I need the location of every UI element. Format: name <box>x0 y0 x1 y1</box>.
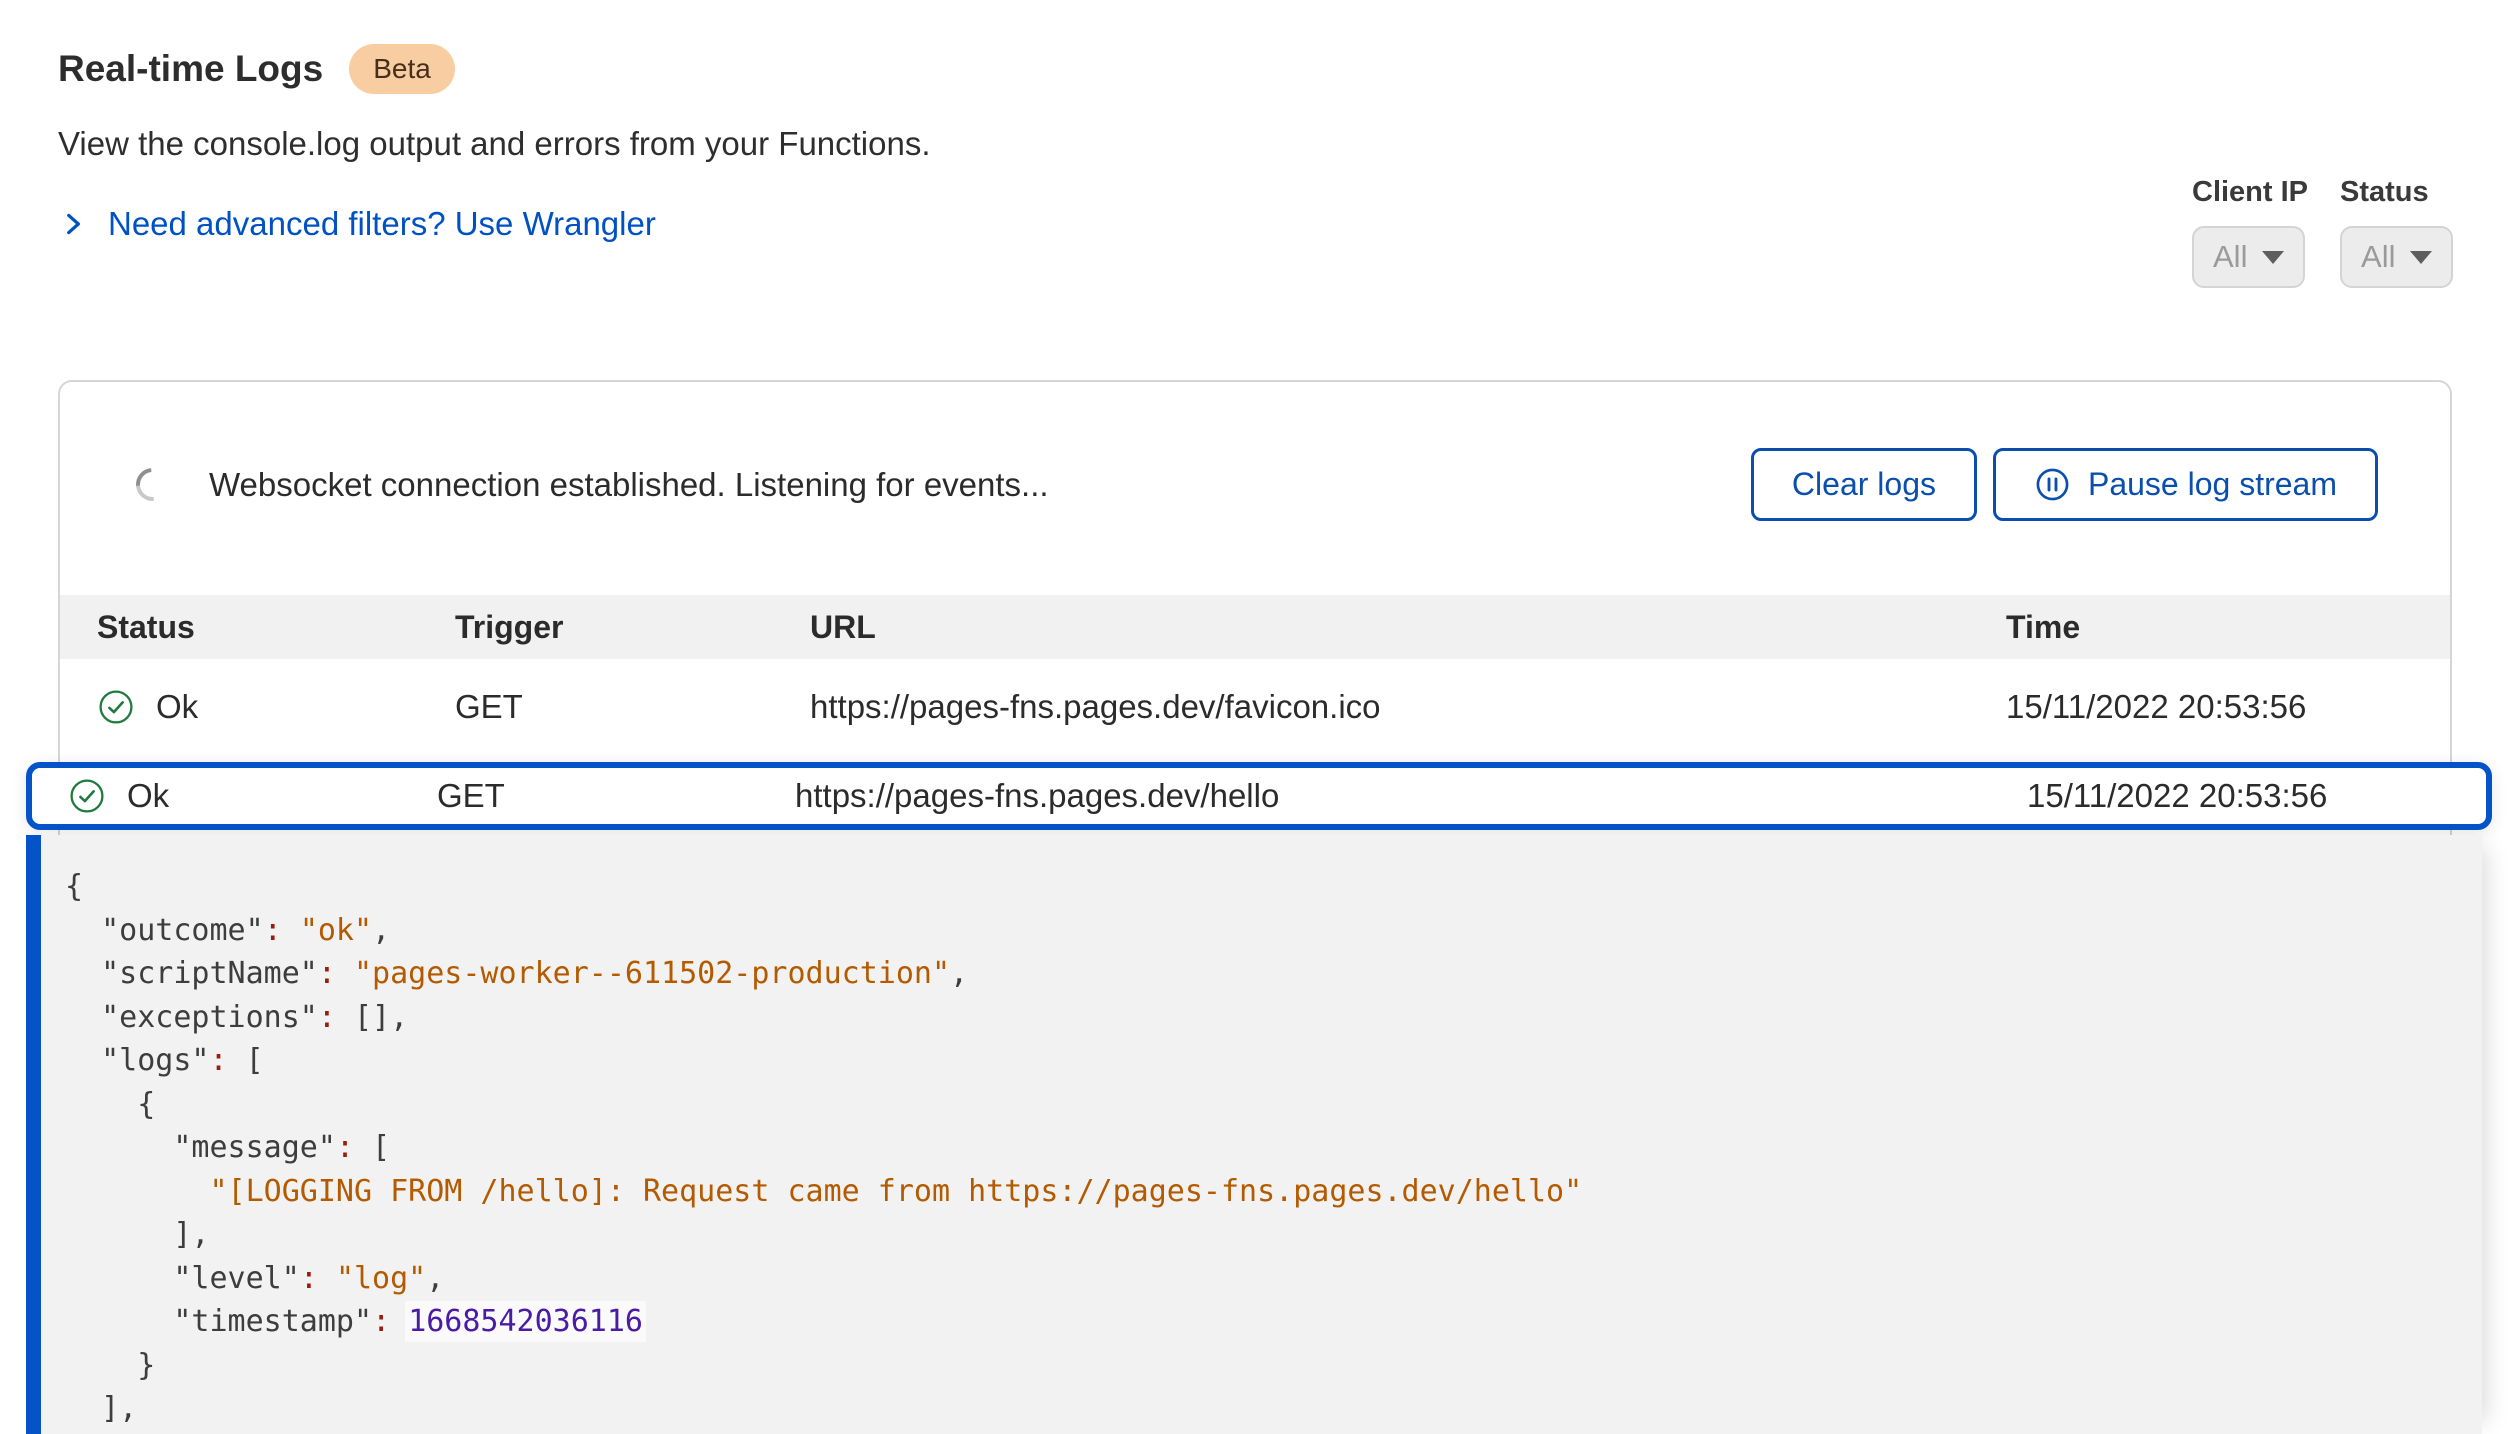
code-line: ], <box>65 1387 2482 1431</box>
trigger-value: GET <box>455 688 810 726</box>
log-detail-code: { "outcome": "ok", "scriptName": "pages-… <box>65 865 2482 1431</box>
client-ip-value: All <box>2213 239 2247 275</box>
pause-log-stream-label: Pause log stream <box>2088 466 2337 503</box>
wrangler-link[interactable]: Need advanced filters? Use Wrangler <box>58 205 931 243</box>
check-circle-icon <box>68 777 106 815</box>
code-line: "message": [ <box>65 1126 2482 1170</box>
websocket-status-text: Websocket connection established. Listen… <box>209 466 1049 504</box>
column-header-url: URL <box>810 609 2006 646</box>
expanded-log-card: Ok GET https://pages-fns.pages.dev/hello… <box>26 762 2492 1434</box>
code-line: "[LOGGING FROM /hello]: Request came fro… <box>65 1170 2482 1214</box>
caret-down-icon <box>2262 251 2284 264</box>
status-dropdown[interactable]: All <box>2340 226 2453 288</box>
clear-logs-label: Clear logs <box>1792 466 1936 503</box>
column-header-trigger: Trigger <box>455 609 810 646</box>
chevron-right-icon <box>58 209 88 239</box>
time-value: 15/11/2022 20:53:56 <box>2027 777 2486 815</box>
status-filter-value: All <box>2361 239 2395 275</box>
beta-badge: Beta <box>349 44 455 94</box>
status-value: Ok <box>156 688 198 726</box>
page-subtitle: View the console.log output and errors f… <box>58 125 931 163</box>
filter-status: Status All <box>2340 176 2453 288</box>
clear-logs-button[interactable]: Clear logs <box>1751 448 1977 521</box>
websocket-status: Websocket connection established. Listen… <box>136 466 1049 504</box>
code-line: { <box>65 1083 2482 1127</box>
page-header: Real-time Logs Beta View the console.log… <box>58 44 931 243</box>
spinner-icon <box>129 461 175 507</box>
caret-down-icon <box>2410 251 2432 264</box>
url-value: https://pages-fns.pages.dev/favicon.ico <box>810 688 2006 726</box>
code-line: "exceptions": [], <box>65 996 2482 1040</box>
client-ip-dropdown[interactable]: All <box>2192 226 2305 288</box>
log-table-header: Status Trigger URL Time <box>60 595 2450 659</box>
filters: Client IP All Status All <box>2192 176 2453 288</box>
status-cell: Ok <box>97 688 455 726</box>
page-title: Real-time Logs <box>58 48 323 90</box>
pause-circle-icon <box>2034 466 2071 503</box>
column-header-status: Status <box>97 609 455 646</box>
log-toolbar: Websocket connection established. Listen… <box>60 382 2450 521</box>
code-line: } <box>65 1344 2482 1388</box>
status-cell: Ok <box>68 777 437 815</box>
code-line: "logs": [ <box>65 1039 2482 1083</box>
column-header-time: Time <box>2006 609 2450 646</box>
code-line: "timestamp": 1668542036116 <box>65 1300 2482 1344</box>
time-value: 15/11/2022 20:53:56 <box>2006 688 2450 726</box>
trigger-value: GET <box>437 777 795 815</box>
status-filter-label: Status <box>2340 176 2453 209</box>
toolbar-buttons: Clear logs Pause log stream <box>1751 448 2378 521</box>
code-line: { <box>65 865 2482 909</box>
log-row-favicon[interactable]: Ok GET https://pages-fns.pages.dev/favic… <box>60 659 2450 755</box>
client-ip-label: Client IP <box>2192 176 2308 209</box>
log-detail-panel: { "outcome": "ok", "scriptName": "pages-… <box>26 835 2482 1434</box>
pause-log-stream-button[interactable]: Pause log stream <box>1993 448 2378 521</box>
log-row-hello-selected[interactable]: Ok GET https://pages-fns.pages.dev/hello… <box>26 762 2492 830</box>
code-line: "scriptName": "pages-worker--611502-prod… <box>65 952 2482 996</box>
code-line: "outcome": "ok", <box>65 909 2482 953</box>
code-line: ], <box>65 1213 2482 1257</box>
filter-client-ip: Client IP All <box>2192 176 2308 288</box>
url-value: https://pages-fns.pages.dev/hello <box>795 777 2027 815</box>
check-circle-icon <box>97 688 135 726</box>
title-row: Real-time Logs Beta <box>58 44 931 94</box>
code-line: "level": "log", <box>65 1257 2482 1301</box>
status-value: Ok <box>127 777 169 815</box>
wrangler-link-label: Need advanced filters? Use Wrangler <box>108 205 656 243</box>
